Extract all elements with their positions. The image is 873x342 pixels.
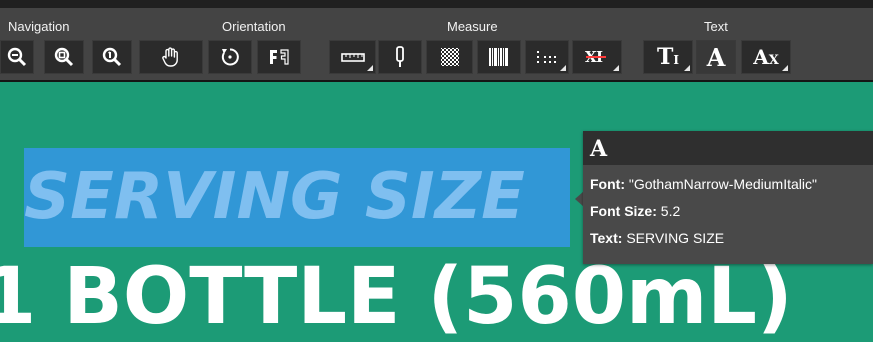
tooltip-size-value: 5.2 bbox=[660, 203, 681, 219]
barcode-button[interactable] bbox=[477, 40, 521, 74]
text-compare-button[interactable]: XI bbox=[572, 40, 622, 74]
color-picker-icon bbox=[396, 46, 404, 67]
flip-icon bbox=[270, 49, 289, 65]
group-label-orientation: Orientation bbox=[222, 19, 286, 34]
font-info-icon: A bbox=[706, 42, 726, 72]
ruler-button[interactable] bbox=[329, 40, 376, 74]
toolbar-top-edge bbox=[0, 0, 873, 8]
tooltip-size-row: Font Size: 5.2 bbox=[590, 203, 680, 219]
tooltip-font-value: "GothamNarrow-MediumItalic" bbox=[628, 176, 817, 192]
group-label-navigation: Navigation bbox=[8, 19, 70, 34]
text-size-button[interactable]: TI bbox=[643, 40, 693, 74]
zoom-fit-icon bbox=[54, 47, 74, 67]
font-info-tooltip: A Font: "GothamNarrow-MediumItalic" Font… bbox=[583, 131, 873, 264]
zoom-out-icon bbox=[7, 47, 27, 67]
font-info-button[interactable]: A bbox=[696, 40, 736, 74]
text-spacing-dropdown-indicator bbox=[782, 65, 788, 71]
text-compare-dropdown-indicator bbox=[613, 65, 619, 71]
tooltip-text-value: SERVING SIZE bbox=[626, 230, 725, 246]
text-spacing-icon: AX bbox=[753, 45, 779, 69]
rotate-icon bbox=[221, 48, 239, 66]
tooltip-text-label: Text: bbox=[590, 230, 623, 246]
text-compare-icon: XI bbox=[585, 48, 606, 66]
flip-button[interactable] bbox=[257, 40, 301, 74]
ruler-dropdown-indicator bbox=[367, 65, 373, 71]
text-size-glyph-sub: I bbox=[673, 53, 679, 67]
zoom-fit-button[interactable] bbox=[44, 40, 84, 74]
text-spacing-button[interactable]: AX bbox=[741, 40, 791, 74]
zoom-out-button[interactable] bbox=[0, 40, 34, 74]
tooltip-font-row: Font: "GothamNarrow-MediumItalic" bbox=[590, 176, 817, 192]
grid-dots-dropdown-indicator bbox=[560, 65, 566, 71]
grid-dots-button[interactable] bbox=[525, 40, 569, 74]
tooltip-header: A bbox=[583, 131, 873, 165]
serving-size-heading[interactable]: SERVING SIZE bbox=[24, 148, 525, 247]
pan-button[interactable] bbox=[139, 40, 203, 74]
pan-hand-icon bbox=[162, 47, 178, 67]
color-picker-button[interactable] bbox=[378, 40, 422, 74]
pattern-icon bbox=[440, 48, 459, 66]
rotate-button[interactable] bbox=[208, 40, 252, 74]
barcode-icon bbox=[489, 48, 508, 66]
ruler-icon bbox=[340, 53, 365, 62]
zoom-actual-icon bbox=[102, 47, 122, 67]
text-spacing-glyph-main: A bbox=[753, 45, 769, 69]
tooltip-text-row: Text: SERVING SIZE bbox=[590, 230, 724, 246]
pattern-button[interactable] bbox=[426, 40, 473, 74]
grid-dots-icon bbox=[537, 51, 556, 63]
toolbar: Navigation Orientation Measure Text X TI… bbox=[0, 0, 873, 82]
group-label-text: Text bbox=[704, 19, 728, 34]
text-size-icon: TI bbox=[657, 44, 679, 70]
font-glyph-icon: A bbox=[590, 136, 608, 162]
text-spacing-glyph-sub: X bbox=[768, 53, 779, 68]
bottle-size-text: 1 BOTTLE (560mL) bbox=[0, 252, 793, 342]
text-size-glyph-main: T bbox=[657, 44, 674, 70]
group-label-measure: Measure bbox=[447, 19, 498, 34]
tooltip-font-label: Font: bbox=[590, 176, 625, 192]
tooltip-size-label: Font Size: bbox=[590, 203, 657, 219]
zoom-actual-button[interactable] bbox=[92, 40, 132, 74]
text-size-dropdown-indicator bbox=[684, 65, 690, 71]
